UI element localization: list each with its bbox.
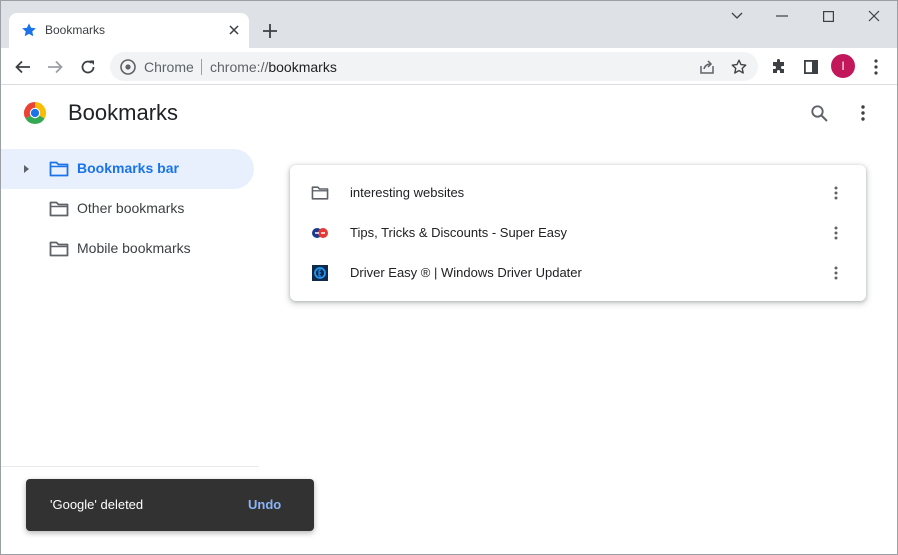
toast-notification: 'Google' deleted Undo: [26, 479, 314, 531]
more-vert-icon: [874, 59, 878, 75]
search-icon[interactable]: [807, 101, 831, 125]
sidebar-item-label: Mobile bookmarks: [77, 240, 191, 256]
address-bar[interactable]: Chrome chrome://bookmarks: [110, 52, 758, 81]
undo-button[interactable]: Undo: [248, 497, 281, 512]
star-icon: [22, 23, 36, 37]
back-button[interactable]: [9, 53, 37, 81]
more-vert-icon: [834, 186, 838, 200]
chrome-logo-icon: [23, 102, 47, 125]
omnibox-origin-label: Chrome: [144, 59, 194, 75]
window-close-button[interactable]: [851, 1, 897, 31]
browser-window: Bookmarks Chrome chrome://bookmarks I Bo…: [0, 0, 898, 555]
item-menu-button[interactable]: [826, 181, 846, 205]
minimize-button[interactable]: [759, 1, 805, 31]
folder-icon: [49, 161, 69, 177]
expand-arrow-icon[interactable]: [21, 163, 31, 175]
list-item[interactable]: Driver Easy ® | Windows Driver Updater: [290, 253, 866, 293]
chrome-menu-button[interactable]: [862, 53, 890, 81]
tab-bookmarks[interactable]: Bookmarks: [9, 13, 249, 48]
sidebar-item-mobile-bookmarks[interactable]: Mobile bookmarks: [1, 229, 254, 269]
sidebar-divider: [1, 466, 259, 467]
extensions-icon[interactable]: [765, 53, 793, 81]
side-panel-icon[interactable]: [797, 53, 825, 81]
item-menu-button[interactable]: [826, 261, 846, 285]
reload-icon: [81, 60, 95, 74]
maximize-button[interactable]: [805, 1, 851, 31]
more-vert-icon: [834, 226, 838, 240]
forward-button[interactable]: [41, 53, 69, 81]
list-item[interactable]: Tips, Tricks & Discounts - Super Easy: [290, 213, 866, 253]
bookmark-title: Driver Easy ® | Windows Driver Updater: [350, 265, 582, 280]
sidebar-item-other-bookmarks[interactable]: Other bookmarks: [1, 189, 254, 229]
page-header: Bookmarks: [1, 85, 897, 141]
more-vert-icon: [861, 105, 865, 121]
list-item[interactable]: interesting websites: [290, 173, 866, 213]
bookmark-title: interesting websites: [350, 185, 465, 200]
folder-icon: [49, 201, 69, 217]
sidebar-item-label: Bookmarks bar: [77, 160, 179, 176]
chrome-site-icon: [120, 59, 136, 75]
omnibox-url[interactable]: chrome://bookmarks: [210, 59, 337, 75]
folder-icon: [49, 241, 69, 257]
page-title: Bookmarks: [68, 100, 179, 125]
sidebar-item-label: Other bookmarks: [77, 200, 185, 216]
star-outline-icon[interactable]: [730, 58, 748, 76]
arrow-right-icon: [48, 60, 63, 74]
profile-avatar[interactable]: I: [831, 54, 855, 78]
browser-toolbar: Chrome chrome://bookmarks I: [1, 48, 897, 85]
driver-easy-favicon: [312, 265, 328, 281]
item-menu-button[interactable]: [826, 221, 846, 245]
chevron-down-icon[interactable]: [714, 1, 760, 31]
more-vert-icon: [834, 266, 838, 280]
folder-icon: [311, 186, 329, 200]
arrow-left-icon: [15, 60, 30, 74]
toast-message: 'Google' deleted: [50, 497, 144, 512]
organize-menu-button[interactable]: [851, 101, 875, 125]
tab-strip: Bookmarks: [1, 1, 897, 48]
super-easy-favicon: [312, 228, 328, 238]
bookmark-title: Tips, Tricks & Discounts - Super Easy: [350, 225, 567, 240]
tab-title: Bookmarks: [45, 23, 106, 37]
close-icon[interactable]: [225, 21, 243, 39]
bookmark-list: interesting websites Tips, Tricks & Disc…: [290, 165, 866, 301]
share-icon[interactable]: [698, 58, 716, 76]
reload-button[interactable]: [74, 53, 102, 81]
folder-sidebar: Bookmarks bar Other bookmarks Mobile boo…: [1, 141, 259, 467]
new-tab-button[interactable]: [259, 20, 281, 42]
omnibox-separator: [201, 59, 202, 75]
sidebar-item-bookmarks-bar[interactable]: Bookmarks bar: [1, 149, 254, 189]
